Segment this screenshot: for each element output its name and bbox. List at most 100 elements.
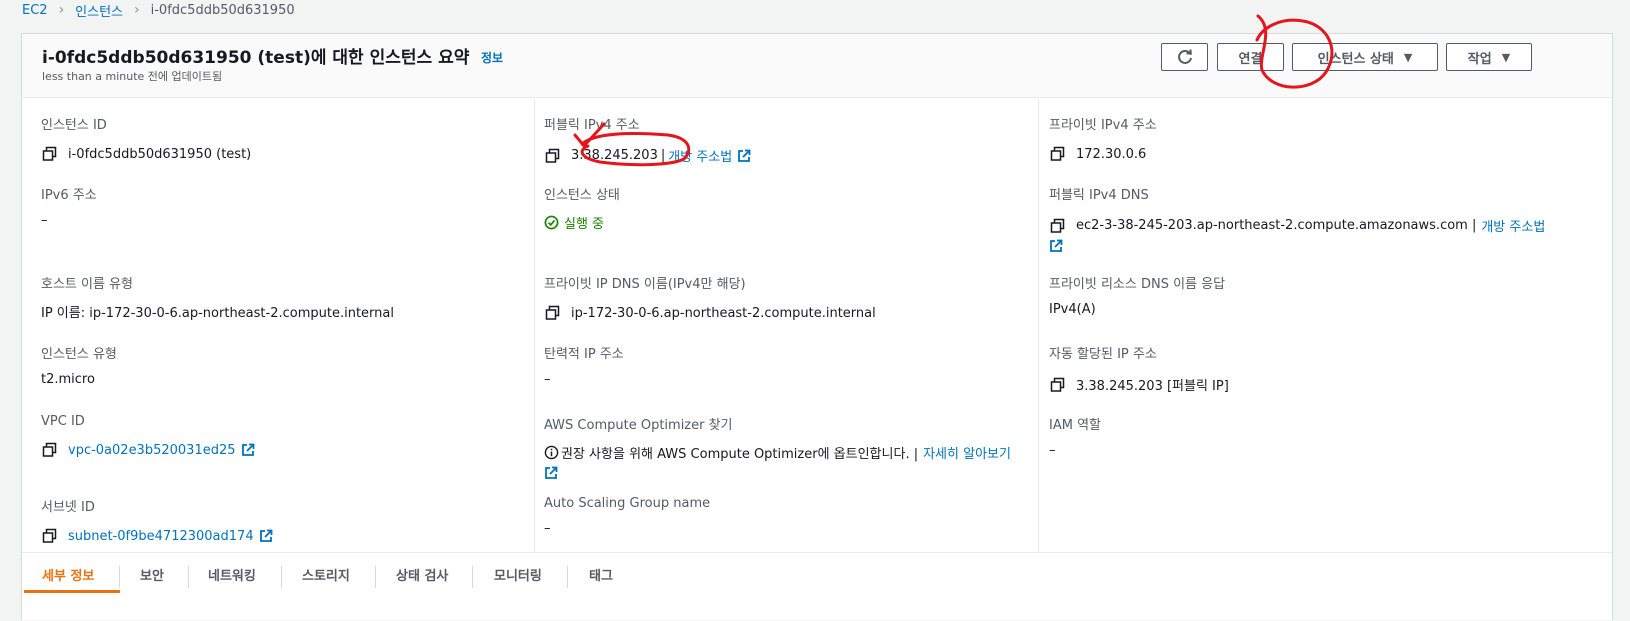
copy-icon[interactable]: [1049, 218, 1066, 234]
check-circle-icon: [544, 215, 559, 230]
field-label: 서브넷 ID: [41, 500, 95, 515]
actions-dropdown[interactable]: 작업 ▼: [1446, 43, 1532, 71]
field-instance-id: 인스턴스 ID i-0fdc5ddb50d631950 (test): [41, 114, 251, 162]
open-address-link[interactable]: 개방 주소법: [668, 146, 732, 165]
tab-divider: [375, 566, 376, 588]
field-private-ip-dns: 프라이빗 IP DNS 이름(IPv4만 해당) ip-172-30-0-6.a…: [544, 273, 876, 321]
field-label: IAM 역할: [1049, 418, 1101, 433]
private-resource-dns-value: IPv4(A): [1049, 302, 1096, 317]
field-label: 인스턴스 ID: [41, 118, 107, 133]
tab-security[interactable]: 보안: [140, 565, 164, 584]
breadcrumb: EC2 › 인스턴스 › i-0fdc5ddb50d631950: [22, 0, 295, 20]
external-link-icon[interactable]: [737, 149, 751, 163]
copy-icon[interactable]: [1049, 377, 1066, 393]
breadcrumb-ec2[interactable]: EC2: [22, 3, 48, 18]
field-label: 퍼블릭 IPv4 주소: [544, 118, 640, 133]
tab-details[interactable]: 세부 정보: [42, 565, 94, 584]
field-label: 인스턴스 유형: [41, 347, 117, 362]
copy-icon[interactable]: [1049, 146, 1066, 162]
caret-down-icon: ▼: [1403, 50, 1413, 64]
field-instance-type: 인스턴스 유형 t2.micro: [41, 343, 117, 387]
field-value-row: 3.38.245.203 [퍼블릭 IP]: [1049, 375, 1229, 394]
private-ip-dns-value: ip-172-30-0-6.ap-northeast-2.compute.int…: [571, 305, 876, 321]
field-value-row: vpc-0a02e3b520031ed25: [41, 442, 255, 458]
subnet-id-link[interactable]: subnet-0f9be4712300ad174: [68, 529, 254, 544]
field-vpc-id: VPC ID vpc-0a02e3b520031ed25: [41, 414, 255, 458]
copy-icon[interactable]: [41, 528, 58, 544]
instance-id-value: i-0fdc5ddb50d631950 (test): [68, 146, 252, 162]
external-link-icon[interactable]: [1049, 239, 1063, 253]
field-label: 호스트 이름 유형: [41, 277, 133, 292]
external-link-icon[interactable]: [259, 529, 273, 543]
tab-divider: [472, 566, 473, 588]
field-private-resource-dns: 프라이빗 리소스 DNS 이름 응답 IPv4(A): [1049, 273, 1225, 317]
tab-status-checks[interactable]: 상태 검사: [396, 565, 448, 584]
field-elastic-ip: 탄력적 IP 주소 –: [544, 343, 624, 387]
breadcrumb-instances[interactable]: 인스턴스: [75, 1, 123, 20]
learn-more-link[interactable]: 자세히 알아보기: [923, 443, 1011, 462]
tab-storage[interactable]: 스토리지: [302, 565, 350, 584]
field-instance-state: 인스턴스 상태 실행 중: [544, 184, 620, 232]
field-compute-optimizer: AWS Compute Optimizer 찾기 권장 사항을 위해 AWS C…: [544, 414, 1011, 482]
refresh-button[interactable]: [1161, 43, 1208, 71]
field-value-row: ec2-3-38-245-203.ap-northeast-2.compute.…: [1049, 216, 1545, 235]
instance-state-value: 실행 중: [564, 217, 605, 232]
field-label: 프라이빗 IP DNS 이름(IPv4만 해당): [544, 277, 746, 292]
field-label: 퍼블릭 IPv4 DNS: [1049, 188, 1149, 203]
page-title: i-0fdc5ddb50d631950 (test)에 대한 인스턴스 요약: [42, 48, 470, 68]
caret-down-icon: ▼: [1501, 50, 1511, 64]
tab-divider: [119, 566, 120, 588]
instance-summary-panel: i-0fdc5ddb50d631950 (test)에 대한 인스턴스 요약 정…: [21, 33, 1613, 620]
tab-tags[interactable]: 태그: [589, 565, 613, 584]
chevron-right-icon: ›: [58, 2, 65, 18]
field-asg: Auto Scaling Group name –: [544, 496, 710, 536]
chevron-right-icon: ›: [134, 2, 140, 18]
optimizer-value: 권장 사항을 위해 AWS Compute Optimizer에 옵트인합니다.…: [561, 447, 919, 462]
elastic-ip-value: –: [544, 372, 551, 387]
field-label: IPv6 주소: [41, 188, 97, 203]
copy-icon[interactable]: [41, 442, 58, 458]
tab-divider: [567, 566, 568, 588]
public-ipv4-value: 3.38.245.203: [571, 148, 658, 163]
auto-ip-value: 3.38.245.203 [퍼블릭 IP]: [1076, 379, 1229, 394]
instance-state-dropdown[interactable]: 인스턴스 상태 ▼: [1292, 43, 1438, 71]
column-divider: [1038, 99, 1039, 552]
field-label: 프라이빗 IPv4 주소: [1049, 118, 1157, 133]
ipv6-value: –: [41, 213, 48, 228]
field-label: 탄력적 IP 주소: [544, 347, 624, 362]
instance-state-label: 인스턴스 상태: [1317, 51, 1394, 67]
detail-tabs: 세부 정보 보안 네트워킹 스토리지 상태 검사 모니터링 태그: [22, 552, 1612, 621]
vpc-id-link[interactable]: vpc-0a02e3b520031ed25: [68, 443, 236, 458]
field-label: VPC ID: [41, 414, 85, 429]
public-dns-value: ec2-3-38-245-203.ap-northeast-2.compute.…: [1076, 218, 1477, 233]
field-label: Auto Scaling Group name: [544, 496, 711, 511]
hostname-type-value: IP 이름: ip-172-30-0-6.ap-northeast-2.comp…: [41, 306, 394, 321]
copy-icon[interactable]: [41, 146, 58, 162]
field-value-row: ip-172-30-0-6.ap-northeast-2.compute.int…: [544, 305, 876, 321]
field-private-ipv4: 프라이빗 IPv4 주소 172.30.0.6: [1049, 114, 1157, 162]
active-tab-indicator: [24, 590, 120, 593]
external-link-icon[interactable]: [544, 466, 558, 480]
field-value-row: 권장 사항을 위해 AWS Compute Optimizer에 옵트인합니다.…: [544, 443, 1011, 462]
field-value-row: i-0fdc5ddb50d631950 (test): [41, 146, 251, 162]
separator: |: [660, 148, 666, 163]
panel-header: i-0fdc5ddb50d631950 (test)에 대한 인스턴스 요약 정…: [22, 34, 1612, 98]
external-link-icon[interactable]: [241, 443, 255, 457]
field-label: 프라이빗 리소스 DNS 이름 응답: [1049, 277, 1226, 292]
copy-icon[interactable]: [544, 305, 561, 321]
info-link[interactable]: 정보: [481, 49, 503, 66]
connect-button[interactable]: 연결: [1217, 43, 1284, 71]
column-divider: [534, 99, 535, 552]
field-subnet-id: 서브넷 ID subnet-0f9be4712300ad174: [41, 496, 273, 544]
tab-divider: [281, 566, 282, 588]
open-address-link[interactable]: 개방 주소법: [1481, 216, 1545, 235]
tab-networking[interactable]: 네트워킹: [208, 565, 256, 584]
copy-icon[interactable]: [544, 148, 561, 164]
connect-label: 연결: [1238, 51, 1263, 67]
last-updated: less than a minute 전에 업데이트됨: [42, 70, 223, 83]
asg-value: –: [544, 521, 551, 536]
iam-role-value: –: [1049, 443, 1056, 458]
breadcrumb-current: i-0fdc5ddb50d631950: [150, 2, 295, 18]
field-label: 인스턴스 상태: [544, 188, 620, 203]
tab-monitoring[interactable]: 모니터링: [494, 565, 542, 584]
